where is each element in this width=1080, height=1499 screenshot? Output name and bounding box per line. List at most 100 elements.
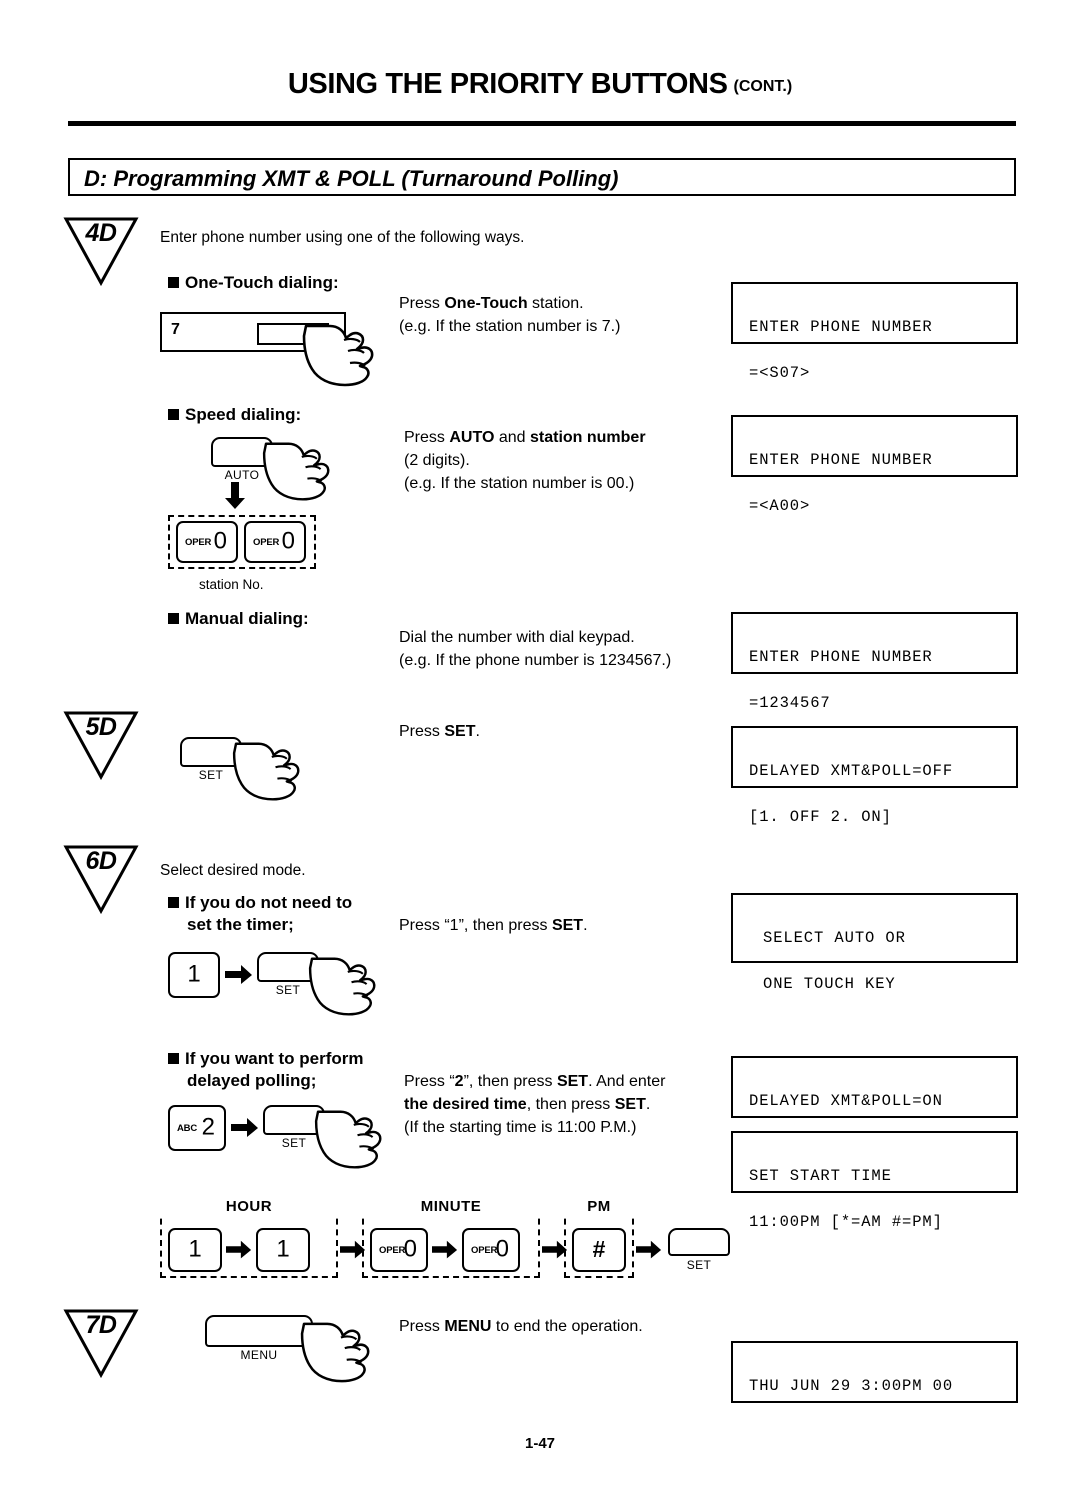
minute-digit-key-2-alpha: OPER	[471, 1245, 498, 1257]
station-digit-key-1[interactable]: OPER 0	[176, 521, 238, 563]
pointing-hand-icon	[262, 442, 330, 501]
step-5d-instruction: Press SET.	[399, 723, 480, 740]
lcd-one-touch-line-2: =<S07>	[749, 364, 811, 382]
step-6d-intro: Select desired mode.	[160, 862, 306, 879]
section-header-bar: D: Programming XMT & POLL (Turnaround Po…	[68, 158, 1016, 196]
arrow-right-icon	[231, 1118, 258, 1137]
digit-key-2-step6d[interactable]: ABC 2	[168, 1105, 226, 1151]
title-divider-rule	[68, 121, 1016, 126]
bullet-square-icon	[168, 277, 179, 288]
substep-heading-speed-dialing-label: Speed dialing:	[185, 405, 302, 424]
step-marker-4d: 4D	[62, 215, 140, 287]
hour-digit-key-1[interactable]: 1	[168, 1228, 222, 1272]
set-key-time-entry[interactable]	[668, 1228, 730, 1256]
substep-heading-delayed-polling-line-2-wrap: delayed polling;	[187, 1070, 316, 1092]
page-title-main: USING THE PRIORITY BUTTONS	[287, 68, 728, 100]
page-title: USING THE PRIORITY BUTTONS (CONT.)	[0, 68, 1080, 101]
substep-heading-one-touch-label: One-Touch dialing:	[185, 273, 339, 292]
substep-heading-speed-dialing: Speed dialing:	[168, 404, 301, 426]
station-digit-key-2-digit: 0	[281, 527, 295, 555]
minute-digit-key-1[interactable]: OPER 0	[370, 1228, 428, 1272]
step-marker-7d-label: 7D	[85, 1311, 117, 1339]
digit-key-1-step6d-digit: 1	[187, 960, 201, 988]
station-digit-key-2[interactable]: OPER 0	[244, 521, 306, 563]
substep-heading-manual-dialing: Manual dialing:	[168, 608, 309, 630]
arrow-right-icon	[636, 1240, 662, 1259]
substep-heading-delayed-polling-line-1: If you want to perform	[185, 1049, 364, 1068]
minute-digit-key-2-digit: 0	[495, 1235, 509, 1263]
substep-heading-manual-dialing-label: Manual dialing:	[185, 609, 309, 628]
step-marker-4d-label: 4D	[85, 219, 117, 247]
speed-dialing-instruction-line-2: (2 digits).	[404, 452, 470, 469]
pointing-hand-icon	[300, 1322, 370, 1383]
lcd-one-touch-line-1: ENTER PHONE NUMBER	[749, 318, 933, 336]
substep-heading-no-timer-line-2: set the timer;	[187, 915, 294, 934]
one-touch-station-number: 7	[171, 321, 180, 338]
station-number-caption: station No.	[199, 577, 264, 592]
set-key-time-entry-label: SET	[686, 1258, 712, 1272]
one-touch-instruction-line-2: (e.g. If the station number is 7.)	[399, 318, 621, 335]
station-digit-key-1-digit: 0	[213, 527, 227, 555]
minute-digit-key-2[interactable]: OPER 0	[462, 1228, 520, 1272]
hour-digit-key-2-digit: 1	[276, 1235, 290, 1263]
digit-key-2-step6d-alpha: ABC	[177, 1123, 197, 1135]
minute-group-caption: MINUTE	[362, 1198, 540, 1215]
lcd-step5d-line-2: [1. OFF 2. ON]	[749, 808, 892, 826]
speed-dialing-instruction-line-3: (e.g. If the station number is 00.)	[404, 475, 635, 492]
hour-group-caption: HOUR	[160, 1198, 338, 1215]
speed-dialing-instruction-line-1: Press AUTO and station number	[404, 429, 646, 446]
lcd-display-step5d: DELAYED XMT&POLL=OFF [1. OFF 2. ON]	[731, 726, 1018, 826]
lcd-step5d-line-1: DELAYED XMT&POLL=OFF	[749, 762, 954, 780]
arrow-down-icon	[225, 482, 245, 509]
lcd-display-select-auto: SELECT AUTO OR ONE TOUCH KEY	[731, 893, 1018, 993]
substep-heading-no-timer-line-2-wrap: set the timer;	[187, 914, 294, 936]
page-number: 1-47	[524, 1435, 556, 1452]
delayed-polling-instruction-line-3: (If the starting time is 11:00 P.M.)	[404, 1119, 637, 1136]
pointing-hand-icon	[302, 324, 374, 387]
lcd-manual-dialing-line-2: =1234567	[749, 694, 831, 712]
station-digit-key-2-alpha: OPER	[253, 537, 280, 549]
lcd-manual-dialing-line-1: ENTER PHONE NUMBER	[749, 648, 933, 666]
step-7d-instruction: Press MENU to end the operation.	[399, 1318, 643, 1335]
step-6d-no-timer-instruction: Press “1”, then press SET.	[399, 917, 588, 934]
lcd-delayed-on-line-1: DELAYED XMT&POLL=ON	[749, 1092, 943, 1110]
digit-key-1-step6d[interactable]: 1	[168, 952, 220, 998]
lcd-display-one-touch: ENTER PHONE NUMBER =<S07>	[731, 282, 1018, 382]
delayed-polling-instruction-line-1: Press “2”, then press SET. And enter	[404, 1073, 666, 1090]
minute-digit-key-1-digit: 0	[403, 1235, 417, 1263]
step-marker-7d: 7D	[62, 1307, 140, 1379]
step-marker-5d: 5D	[62, 709, 140, 781]
lcd-select-auto-line-1: SELECT AUTO OR	[763, 929, 906, 947]
pointing-hand-icon	[232, 742, 300, 801]
substep-heading-no-timer: If you do not need to	[168, 892, 352, 914]
lcd-display-set-start-time: SET START TIME 11:00PM [*=AM #=PM]	[731, 1131, 1018, 1231]
digit-key-2-step6d-digit: 2	[201, 1113, 215, 1141]
manual-page: USING THE PRIORITY BUTTONS (CONT.) D: Pro…	[0, 0, 1080, 1499]
step-marker-5d-label: 5D	[85, 713, 117, 741]
manual-dialing-instruction-line-2: (e.g. If the phone number is 1234567.)	[399, 652, 672, 669]
minute-digit-key-1-alpha: OPER	[379, 1245, 406, 1257]
pointing-hand-icon	[314, 1110, 382, 1169]
arrow-right-icon	[432, 1240, 458, 1259]
page-title-cont: (CONT.)	[733, 78, 793, 95]
lcd-display-delayed-on: DELAYED XMT&POLL=ON [1. OFF 2. ON]	[731, 1056, 1018, 1156]
pm-hash-key[interactable]: #	[572, 1228, 626, 1272]
section-header-label: D: Programming XMT & POLL (Turnaround Po…	[84, 166, 619, 191]
bullet-square-icon	[168, 409, 179, 420]
manual-dialing-instruction-line-1: Dial the number with dial keypad.	[399, 629, 635, 646]
substep-heading-no-timer-line-1: If you do not need to	[185, 893, 353, 912]
substep-heading-delayed-polling-line-2: delayed polling;	[187, 1071, 317, 1090]
lcd-set-start-time-line-1: SET START TIME	[749, 1167, 892, 1185]
step-marker-6d-label: 6D	[85, 847, 117, 875]
one-touch-instruction-line-1: Press One-Touch station.	[399, 295, 584, 312]
pm-hash-key-digit: #	[592, 1236, 606, 1263]
hour-digit-key-2[interactable]: 1	[256, 1228, 310, 1272]
substep-heading-one-touch: One-Touch dialing:	[168, 272, 339, 294]
pointing-hand-icon	[308, 957, 376, 1016]
step-4d-intro: Enter phone number using one of the foll…	[160, 229, 525, 246]
lcd-speed-dialing-line-2: =<A00>	[749, 497, 811, 515]
step-marker-6d: 6D	[62, 843, 140, 915]
pm-group-caption: PM	[564, 1198, 634, 1215]
bullet-square-icon	[168, 613, 179, 624]
lcd-display-manual-dialing: ENTER PHONE NUMBER =1234567	[731, 612, 1018, 712]
